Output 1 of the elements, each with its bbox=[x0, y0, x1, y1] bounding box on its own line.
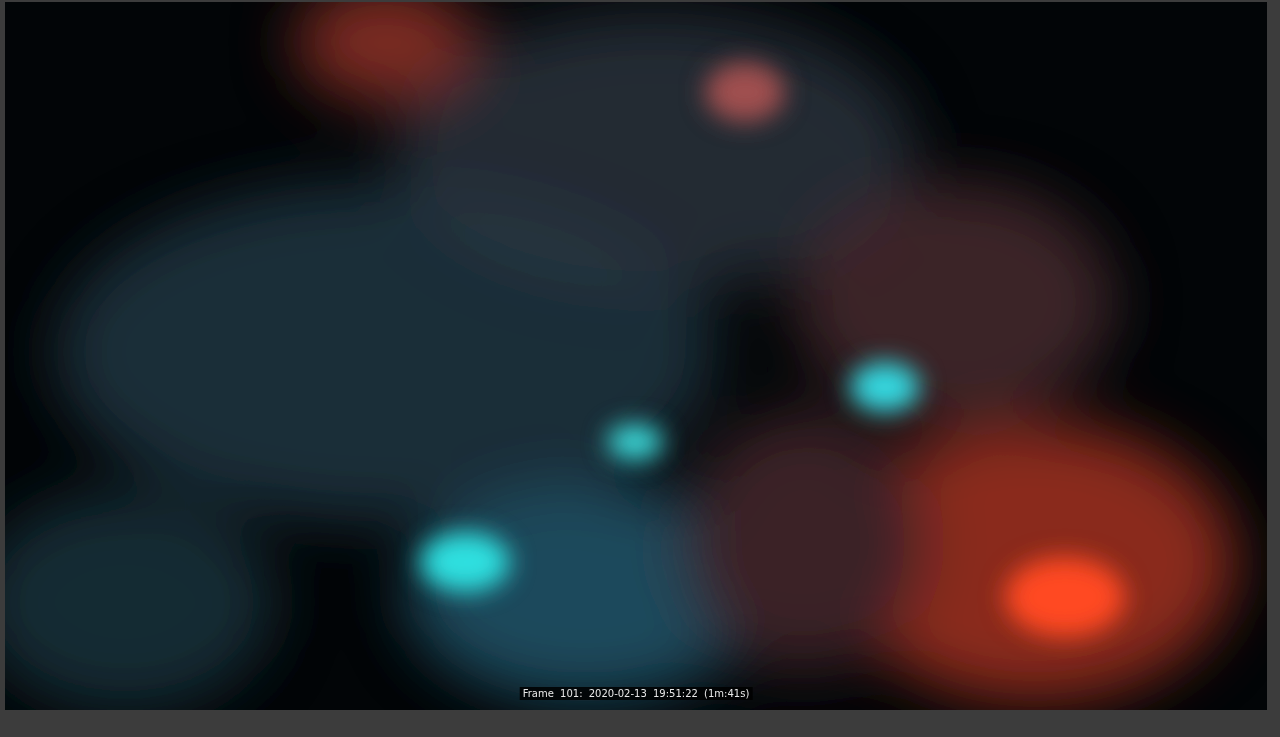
frame-caption: Frame 101: 2020-02-13 19:51:22 (1m:41s) bbox=[519, 687, 753, 700]
